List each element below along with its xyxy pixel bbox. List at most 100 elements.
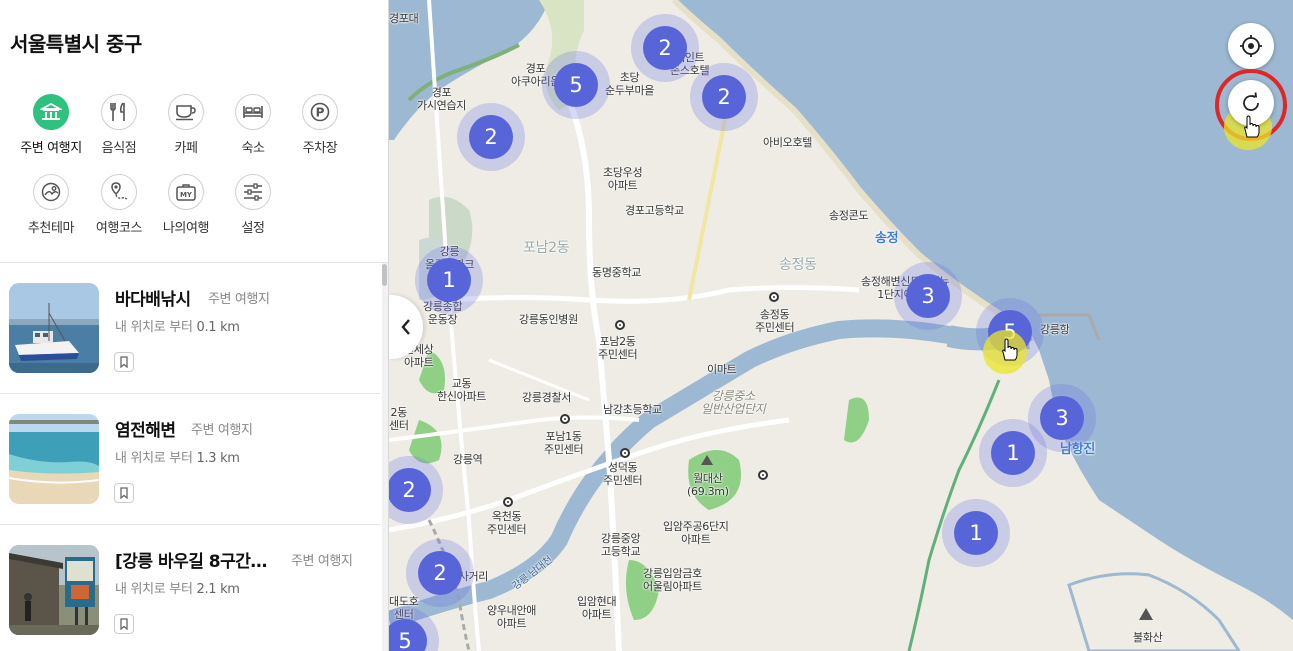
map-label: 강릉항: [1040, 323, 1070, 336]
map-cluster-marker[interactable]: 3: [894, 262, 962, 330]
bookmark-button[interactable]: [114, 614, 134, 634]
category-settings[interactable]: 설정: [216, 174, 290, 236]
category-label: 카페: [174, 141, 198, 156]
map-label: 양우내안애 아파트: [487, 604, 537, 630]
map-label: 강릉입암금호 어울림아파트: [643, 567, 702, 593]
place-list: 바다배낚시 주변 여행지 내 위치로 부터 0.1 km 염전해변 주변 여행지: [0, 263, 380, 651]
poi-marker: [503, 497, 513, 507]
place-photo: [9, 283, 99, 373]
place-distance: 내 위치로 부터 1.3 km: [115, 451, 240, 466]
category-travel-course[interactable]: 여행코스: [82, 174, 156, 236]
category-cafe[interactable]: 카페: [149, 94, 223, 156]
bookmark-button[interactable]: [114, 352, 134, 372]
bookmark-icon: [120, 618, 128, 630]
hand-cursor-icon: [1244, 115, 1260, 138]
map-label: 포남1동 주민센터: [544, 430, 584, 456]
map-label: 강릉동인병원: [519, 313, 578, 326]
category-label: 나의여행: [162, 221, 210, 236]
map-label: 이마트: [707, 363, 737, 376]
map-label: 강릉중소 일반산업단지: [701, 389, 766, 416]
map-label: 강릉경찰서: [522, 391, 572, 404]
category-label: 주차장: [302, 141, 338, 156]
map-cluster-marker[interactable]: 2: [690, 63, 758, 131]
map-label: 성덕동 주민센터: [603, 461, 643, 487]
chevron-left-icon: [401, 319, 410, 335]
bookmark-icon: [120, 487, 128, 499]
map-label: 송정동: [779, 257, 817, 273]
category-recommended-theme[interactable]: 추천테마: [14, 174, 88, 236]
bookmark-button[interactable]: [114, 483, 134, 503]
theme-icon: [33, 174, 69, 210]
place-name: 염전해변: [115, 421, 176, 441]
map-cluster-marker[interactable]: 1: [979, 419, 1047, 487]
my-bag-icon: MY: [168, 174, 204, 210]
poi-marker: [615, 320, 625, 330]
list-item[interactable]: 염전해변 주변 여행지 내 위치로 부터 1.3 km: [0, 394, 380, 525]
refresh-icon: [1243, 92, 1259, 111]
map-label: 경포 가시연습지: [417, 86, 467, 112]
list-scrollbar-track[interactable]: [382, 263, 388, 651]
category-lodging[interactable]: 숙소: [216, 94, 290, 156]
place-category: 주변 여행지: [291, 554, 353, 569]
map-view[interactable]: 경포대 경포 가시연습지 경포 아쿠아리움 초당 순두부마을 세인트 존스호텔 …: [389, 0, 1293, 651]
svg-text:MY: MY: [180, 191, 193, 199]
poi-marker: [620, 448, 630, 458]
map-label: 옥천동 주민센터: [487, 510, 527, 536]
hand-cursor-icon: [1002, 338, 1018, 361]
current-location-title: 서울특별시 중구: [10, 32, 142, 56]
map-cluster-marker[interactable]: 2: [406, 539, 474, 607]
category-label: 음식점: [101, 141, 137, 156]
map-cluster-marker[interactable]: 2: [457, 103, 525, 171]
my-location-button[interactable]: [1228, 23, 1274, 69]
category-nearby-attractions[interactable]: 주변 여행지: [14, 94, 88, 156]
map-cluster-marker[interactable]: 2: [631, 14, 699, 82]
map-label: 입암주공6단지 아파트: [663, 520, 729, 546]
place-distance: 내 위치로 부터 0.1 km: [115, 320, 240, 335]
poi-marker: [560, 414, 570, 424]
place-name: 바다배낚시: [115, 290, 191, 310]
category-label: 숙소: [241, 141, 265, 156]
map-cluster-marker[interactable]: 5: [542, 51, 610, 119]
crosshair-icon: [1240, 35, 1262, 57]
map-label: 송정콘도: [829, 209, 869, 222]
place-photo: [9, 545, 99, 635]
map-label: 강릉역: [453, 453, 483, 466]
map-label: 초당우성 아파트: [603, 166, 643, 192]
map-cluster-marker[interactable]: 1: [942, 499, 1010, 567]
category-label: 설정: [241, 221, 265, 236]
side-panel: 서울특별시 중구 주변 여행지 음식점 카페 숙소 P 주차장 추천테마 여행코…: [0, 0, 389, 651]
bed-icon: [235, 94, 271, 130]
map-label: 아비오호텔: [763, 136, 813, 149]
map-label: 포남2동 주민센터: [598, 335, 638, 361]
sliders-icon: [235, 174, 271, 210]
fork-knife-icon: [101, 94, 137, 130]
map-label: 입암현대 아파트: [577, 595, 617, 621]
map-label: 동명중학교: [592, 266, 642, 279]
category-label: 추천테마: [27, 221, 75, 236]
place-name: [강릉 바우길 8구간…: [115, 552, 267, 572]
coffee-cup-icon: [168, 94, 204, 130]
map-label: 경포고등학교: [625, 204, 684, 217]
map-label: 교동 한신아파트: [437, 377, 487, 403]
category-restaurant[interactable]: 음식점: [82, 94, 156, 156]
list-scrollbar-thumb[interactable]: [382, 264, 387, 286]
list-item[interactable]: [강릉 바우길 8구간… 주변 여행지 내 위치로 부터 2.1 km: [0, 525, 380, 651]
map-label: 송정동 주민센터: [755, 308, 795, 334]
map-label: 송정: [875, 231, 899, 246]
svg-text:P: P: [316, 106, 325, 120]
map-label: 월대산 (69.3m): [687, 472, 729, 498]
list-item[interactable]: 바다배낚시 주변 여행지 내 위치로 부터 0.1 km: [0, 263, 380, 394]
map-label: 강릉중앙 고등학교: [601, 532, 641, 558]
map-label: 경포대: [389, 12, 419, 25]
map-cluster-marker[interactable]: 1: [415, 246, 483, 314]
category-label: 주변 여행지: [20, 141, 82, 156]
category-parking[interactable]: P 주차장: [283, 94, 357, 156]
place-category: 주변 여행지: [208, 292, 270, 307]
parking-icon: P: [302, 94, 338, 130]
map-label: 남강초등학교: [603, 403, 662, 416]
bookmark-icon: [120, 356, 128, 368]
route-icon: [101, 174, 137, 210]
category-my-trip[interactable]: MY 나의여행: [149, 174, 223, 236]
map-label: 불화산: [1133, 631, 1163, 644]
place-photo: [9, 414, 99, 504]
